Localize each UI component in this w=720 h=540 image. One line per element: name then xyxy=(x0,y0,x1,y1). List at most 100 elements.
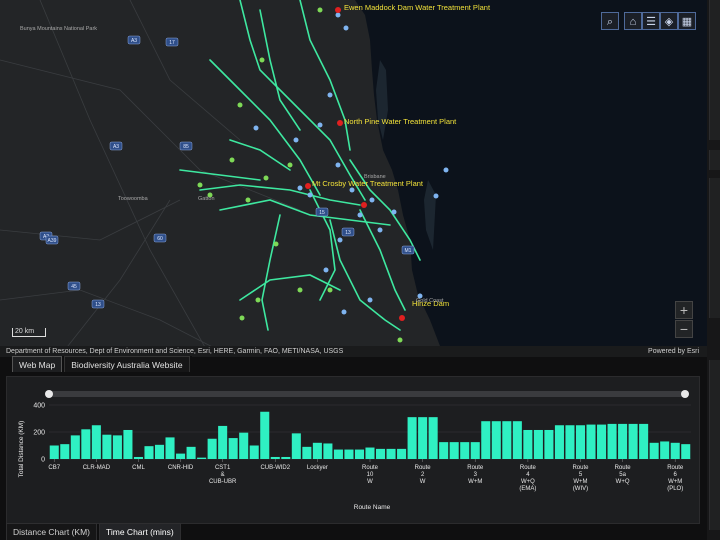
bar[interactable] xyxy=(249,445,259,460)
bar[interactable] xyxy=(133,456,143,459)
powered-by-esri[interactable]: Powered by Esri xyxy=(648,346,699,357)
bar[interactable] xyxy=(460,442,470,460)
side-panel-1[interactable] xyxy=(709,0,720,140)
bar[interactable] xyxy=(428,417,438,459)
side-panel-2[interactable] xyxy=(709,150,720,170)
bar[interactable] xyxy=(681,444,691,459)
label-goldcoast: Gold Coast xyxy=(416,298,444,304)
bar[interactable] xyxy=(228,438,238,459)
bar[interactable] xyxy=(586,424,596,459)
bar[interactable] xyxy=(81,429,91,459)
bar[interactable] xyxy=(554,425,564,459)
bar[interactable] xyxy=(281,456,291,459)
bar[interactable] xyxy=(439,442,449,460)
side-panel-4[interactable] xyxy=(709,360,720,530)
bar[interactable] xyxy=(670,442,680,459)
bar[interactable] xyxy=(186,446,196,459)
y-tick-label: 400 xyxy=(33,403,45,410)
x-tick-label: Route 5 W+M (WIV) xyxy=(572,465,589,492)
bar[interactable] xyxy=(523,429,533,459)
bar[interactable] xyxy=(197,457,207,459)
bar[interactable] xyxy=(660,441,670,459)
x-tick-label: Route 3 W+M xyxy=(467,465,484,485)
bar[interactable] xyxy=(397,448,407,460)
bar[interactable] xyxy=(218,425,228,459)
bar[interactable] xyxy=(376,448,386,460)
bar[interactable] xyxy=(544,429,554,459)
bar[interactable] xyxy=(333,449,343,459)
layers-icon[interactable]: ◈ xyxy=(660,12,678,30)
bar[interactable] xyxy=(607,423,617,459)
bar[interactable] xyxy=(49,445,59,460)
zoom-out-button[interactable]: − xyxy=(675,320,693,338)
bar[interactable] xyxy=(354,449,364,459)
bar[interactable] xyxy=(628,423,638,459)
distance-chart-panel: 0 200 400 CB7 CLR-MAD CML CNR-HID CST1 & CUB-UBR… xyxy=(6,376,720,524)
range-slider-end-handle[interactable] xyxy=(681,390,689,398)
bar[interactable] xyxy=(112,435,122,460)
bar[interactable] xyxy=(323,443,333,459)
bar[interactable] xyxy=(386,448,396,460)
scale-label: 20 km xyxy=(15,328,35,335)
bar[interactable] xyxy=(502,421,512,459)
x-tick-label: CLR-MAD xyxy=(83,465,111,471)
map-canvas: 17A385A21360A394515A313M1 Ewen Maddock D… xyxy=(0,0,707,356)
bar[interactable] xyxy=(491,421,501,459)
bar[interactable] xyxy=(176,453,186,459)
bar[interactable] xyxy=(70,435,80,460)
bar[interactable] xyxy=(449,442,459,460)
label-toowoomba: Toowoomba xyxy=(118,196,149,202)
label-gatton: Gatton xyxy=(198,196,215,202)
y-axis-label: Total Distance (KM) xyxy=(18,421,25,478)
bar[interactable] xyxy=(597,424,607,459)
bar[interactable] xyxy=(144,446,154,459)
range-slider-start-handle[interactable] xyxy=(45,390,53,398)
bar[interactable] xyxy=(649,442,659,459)
home-icon[interactable]: ⌂ xyxy=(624,12,642,30)
bar[interactable] xyxy=(618,423,628,459)
bar[interactable] xyxy=(102,434,112,459)
tab-distance-chart[interactable]: Distance Chart (KM) xyxy=(6,523,97,540)
y-tick-label: 200 xyxy=(33,430,45,437)
bar[interactable] xyxy=(60,444,70,459)
bar[interactable] xyxy=(407,417,417,459)
bar[interactable] xyxy=(470,442,480,460)
web-map[interactable]: 17A385A21360A394515A313M1 Ewen Maddock D… xyxy=(0,0,707,356)
search-icon[interactable]: ⌕ xyxy=(601,12,619,30)
road-shield-label: 85 xyxy=(183,144,189,150)
bar[interactable] xyxy=(533,429,543,459)
bar[interactable] xyxy=(260,411,270,459)
bar[interactable] xyxy=(575,425,586,459)
zoom-in-button[interactable]: + xyxy=(675,301,693,319)
bar[interactable] xyxy=(312,442,322,459)
bar[interactable] xyxy=(302,446,312,459)
bar[interactable] xyxy=(512,421,522,459)
label-brisbane: Brisbane xyxy=(364,174,386,180)
bar[interactable] xyxy=(270,456,280,459)
bar[interactable] xyxy=(123,429,133,459)
search-tool[interactable]: ⌕ xyxy=(601,12,619,30)
bar[interactable] xyxy=(207,438,217,459)
x-tick-label: Route 4 W+Q (EMA) xyxy=(519,465,536,492)
bar[interactable] xyxy=(365,447,375,459)
x-tick-label: Route 5a W+Q xyxy=(615,465,632,485)
tab-web-map[interactable]: Web Map xyxy=(12,356,63,372)
bar[interactable] xyxy=(565,425,575,459)
legend-icon[interactable]: ☰ xyxy=(642,12,660,30)
bar[interactable] xyxy=(165,437,175,459)
bar[interactable] xyxy=(91,425,101,459)
bar[interactable] xyxy=(154,444,165,459)
bar[interactable] xyxy=(481,421,491,459)
bar[interactable] xyxy=(291,433,301,459)
bar[interactable] xyxy=(344,449,354,459)
basemap-gallery-icon[interactable]: ▦ xyxy=(678,12,696,30)
side-panel-3[interactable] xyxy=(709,178,720,318)
bar[interactable] xyxy=(418,417,428,459)
bar[interactable] xyxy=(239,432,249,459)
tab-biodiversity[interactable]: Biodiversity Australia Website xyxy=(64,356,190,372)
label-mtcrosby: Mt Crosby Water Treatment Plant xyxy=(312,179,424,188)
x-tick-label: CML xyxy=(132,465,145,471)
bar[interactable] xyxy=(639,423,649,459)
tab-time-chart[interactable]: Time Chart (mins) xyxy=(99,523,181,540)
range-slider-track[interactable] xyxy=(47,391,687,397)
